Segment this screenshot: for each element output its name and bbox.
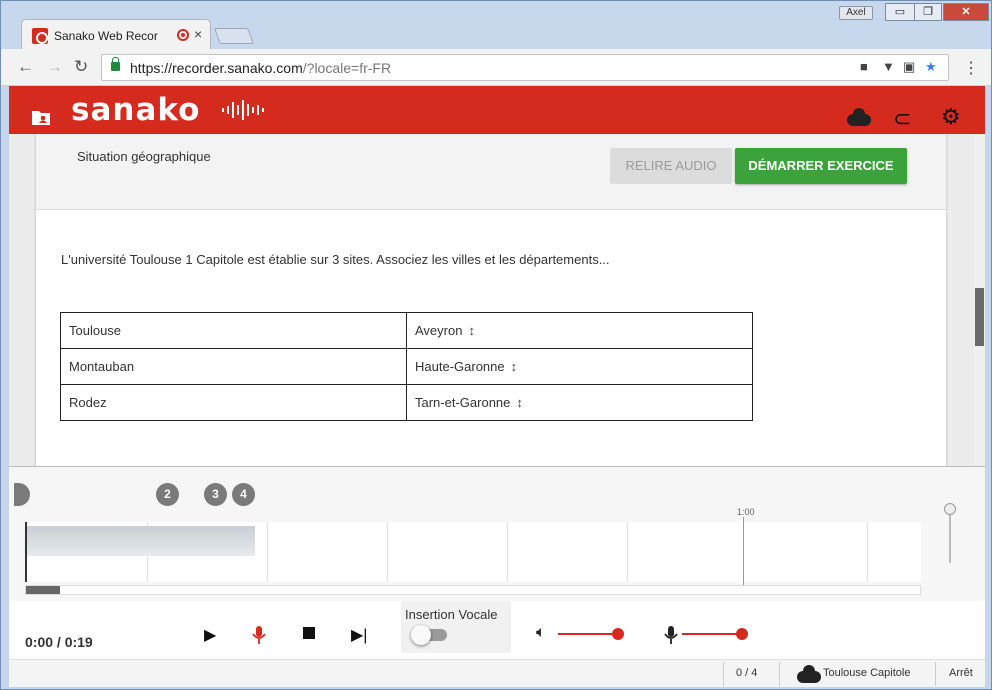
divider (935, 662, 936, 686)
divider (723, 662, 724, 686)
browser-tab[interactable]: Sanako Web Recorder × (21, 19, 211, 50)
bookmark-star-icon[interactable]: ★ (925, 59, 937, 75)
microphone-icon (664, 626, 678, 644)
divider (779, 662, 780, 686)
exercise-header: Situation géographique RELIRE AUDIO DÉMA… (36, 134, 946, 210)
grid-line (387, 522, 388, 582)
exercise-area: Situation géographique RELIRE AUDIO DÉMA… (9, 134, 985, 466)
audio-timeline: 2 3 4 1:00 (9, 466, 985, 601)
grid-line (627, 522, 628, 582)
exercise-title: Situation géographique (77, 149, 211, 164)
mic-volume-slider[interactable] (682, 628, 748, 640)
course-name: Toulouse Capitole (823, 667, 911, 679)
audio-clip[interactable] (27, 526, 255, 556)
exercise-card: Situation géographique RELIRE AUDIO DÉMA… (36, 134, 946, 466)
timeline-scroll-thumb[interactable] (26, 586, 60, 594)
status-bar: 0 / 4 Toulouse Capitole Arrêt (9, 659, 985, 687)
speaker-icon: 🔈︎ (536, 624, 546, 641)
grid-line (267, 522, 268, 582)
city-cell: Montauban (60, 348, 407, 385)
address-bar[interactable]: https://recorder.sanako.com/?locale=fr-F… (101, 54, 949, 81)
gear-icon[interactable]: ⚙ (941, 104, 961, 130)
maximize-button[interactable]: ❐ (914, 3, 942, 21)
waveform-track[interactable] (25, 522, 921, 582)
grid-line (507, 522, 508, 582)
browser-menu-icon[interactable]: ⋮ (963, 58, 979, 78)
sound-wave-icon (222, 100, 264, 120)
tab-close-icon[interactable]: × (194, 26, 202, 42)
start-exercise-button[interactable]: DÉMARRER EXERCICE (735, 148, 907, 184)
slider-handle[interactable] (736, 628, 748, 640)
matching-table: Toulouse Aveyron ↕ Montauban Haute-Garonn… (60, 312, 753, 421)
minimize-button[interactable]: ▭ (885, 3, 915, 21)
browser-window: Sanako Web Recorder × Axel ▭ ❐ ✕ ← → ↻ h… (0, 0, 992, 690)
next-track-button[interactable]: ▶| (351, 625, 367, 645)
url-text: https://recorder.sanako.com/?locale=fr-F… (130, 60, 392, 76)
review-audio-button[interactable]: RELIRE AUDIO (610, 148, 732, 184)
attachment-icon[interactable]: ⊂ (893, 106, 911, 132)
browser-toolbar: ← → ↻ https://recorder.sanako.com/?local… (1, 49, 991, 86)
stop-button[interactable] (303, 627, 315, 639)
timeline-scrollbar[interactable] (25, 585, 921, 595)
grid-line (867, 522, 868, 582)
folder-user-icon[interactable] (31, 108, 51, 126)
recording-indicator-icon (177, 29, 189, 41)
close-window-button[interactable]: ✕ (943, 3, 989, 21)
sanako-logo: sanako (71, 92, 201, 128)
department-cell[interactable]: Tarn-et-Garonne ↕ (406, 384, 753, 421)
back-icon[interactable]: ← (17, 57, 34, 77)
camera-icon[interactable]: ■ (860, 59, 868, 74)
profile-badge[interactable]: Axel (839, 6, 873, 20)
progress-count: 0 / 4 (736, 667, 758, 679)
city-cell: Rodez (60, 384, 407, 421)
playback-controls: 0:00 / 0:19 ▶ ▶| Insertion Vocale 🔈︎ (9, 601, 985, 659)
table-row: Rodez Tarn-et-Garonne ↕ (60, 384, 753, 421)
drag-arrow-icon[interactable]: ↕ (468, 323, 475, 338)
department-cell[interactable]: Haute-Garonne ↕ (406, 348, 753, 385)
timeline-marker[interactable]: 2 (156, 483, 179, 506)
title-bar: Sanako Web Recorder × Axel ▭ ❐ ✕ (1, 1, 991, 50)
voice-insertion-label: Insertion Vocale (405, 607, 498, 622)
translate-icon[interactable]: ▣ (903, 59, 915, 75)
extension-icon[interactable]: ▼ (882, 59, 895, 74)
tab-title: Sanako Web Recorder (54, 29, 158, 43)
time-display: 0:00 / 0:19 (25, 634, 93, 650)
exercise-instructions: L'université Toulouse 1 Capitole est éta… (61, 252, 610, 267)
play-button[interactable]: ▶ (204, 625, 216, 645)
reload-icon[interactable]: ↻ (74, 57, 88, 77)
zoom-slider[interactable] (944, 503, 956, 563)
department-cell[interactable]: Aveyron ↕ (406, 312, 753, 349)
zoom-slider-knob[interactable] (944, 503, 956, 515)
record-mic-button[interactable] (252, 625, 266, 645)
city-cell: Toulouse (60, 312, 407, 349)
forward-icon[interactable]: → (46, 57, 63, 77)
speaker-volume-slider[interactable] (558, 628, 624, 640)
cloud-icon (797, 665, 821, 683)
timeline-marker[interactable] (14, 483, 30, 506)
slider-handle[interactable] (612, 628, 624, 640)
toggle-knob[interactable] (411, 625, 431, 645)
new-tab-button[interactable] (214, 28, 254, 44)
timeline-marker[interactable]: 3 (204, 483, 227, 506)
scrollbar-thumb[interactable] (975, 288, 984, 346)
table-row: Montauban Haute-Garonne ↕ (60, 348, 753, 385)
lock-icon (111, 57, 120, 71)
drag-arrow-icon[interactable]: ↕ (516, 395, 523, 410)
player-state: Arrêt (949, 667, 973, 679)
cloud-icon[interactable] (847, 108, 871, 126)
voice-insertion-panel: Insertion Vocale (401, 601, 511, 653)
table-row: Toulouse Aveyron ↕ (60, 312, 753, 349)
playhead-line[interactable] (743, 517, 744, 587)
content-scrollbar[interactable] (974, 134, 985, 466)
sanako-favicon-icon (32, 28, 48, 44)
time-ruler-label: 1:00 (737, 507, 755, 517)
app-header: sanako ⊂ ⚙ (9, 86, 985, 134)
drag-arrow-icon[interactable]: ↕ (511, 359, 518, 374)
voice-insertion-toggle[interactable] (411, 625, 447, 645)
timeline-marker[interactable]: 4 (232, 483, 255, 506)
